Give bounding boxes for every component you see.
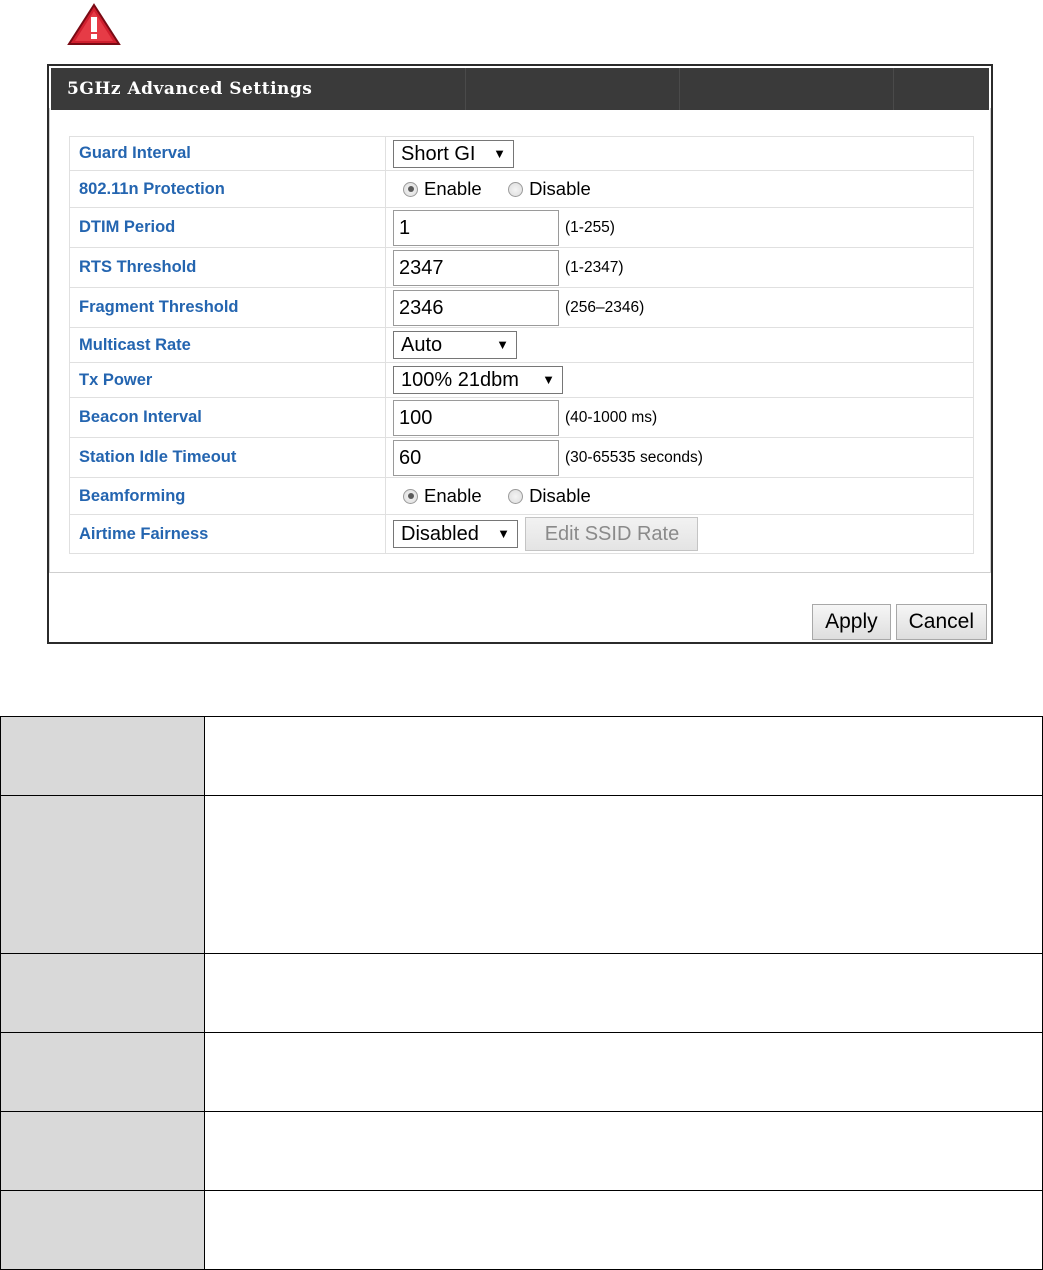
row-beamforming: Beamforming Enable Disable [69,477,974,515]
row-fragment: Fragment Threshold 2346 (256–2346) [69,287,974,328]
beamforming-label: Beamforming [69,477,386,515]
protection-enable-label: Enable [424,178,482,199]
desc-row [0,795,1043,954]
guard-interval-value: Short GI [401,142,476,165]
row-idle-timeout: Station Idle Timeout 60 (30-65535 seconds… [69,437,974,478]
idle-timeout-input[interactable]: 60 [393,439,559,476]
panel-header: 5GHz Advanced Settings [51,68,989,110]
tx-power-select[interactable]: 100% 21dbm ▼ [393,366,563,394]
chevron-down-icon: ▼ [493,145,506,161]
row-dtim: DTIM Period 1 (1-255) [69,207,974,248]
description-table [0,716,1043,1270]
beacon-label: Beacon Interval [69,397,386,438]
fragment-label: Fragment Threshold [69,287,386,328]
edit-ssid-rate-button[interactable]: Edit SSID Rate [525,517,699,551]
desc-row [0,716,1043,796]
multicast-select[interactable]: Auto ▼ [393,331,517,359]
idle-timeout-label: Station Idle Timeout [69,437,386,478]
warning-icon [67,3,121,45]
beacon-hint: (40-1000 ms) [565,408,658,426]
protection-enable-radio[interactable] [403,181,418,197]
beamforming-enable-radio[interactable] [403,488,418,504]
cancel-button[interactable]: Cancel [895,604,987,640]
idle-timeout-hint: (30-65535 seconds) [565,448,703,466]
row-multicast: Multicast Rate Auto ▼ [69,327,974,363]
settings-table: Guard Interval Short GI ▼ 802.11n Protec… [69,136,974,554]
desc-row [0,1111,1043,1191]
multicast-label: Multicast Rate [69,327,386,363]
rts-label: RTS Threshold [69,247,386,288]
beamforming-enable-label: Enable [424,485,482,506]
protection-label: 802.11n Protection [69,170,386,208]
fragment-hint: (256–2346) [565,298,645,316]
dtim-label: DTIM Period [69,207,386,248]
tx-power-value: 100% 21dbm [401,369,519,391]
row-protection: 802.11n Protection Enable Disable [69,170,974,208]
panel-title: 5GHz Advanced Settings [67,79,313,99]
desc-row [0,953,1043,1033]
apply-button[interactable]: Apply [812,604,891,640]
protection-disable-radio[interactable] [508,181,524,197]
desc-row [0,1190,1043,1270]
tx-power-label: Tx Power [69,362,386,398]
row-tx-power: Tx Power 100% 21dbm ▼ [69,362,974,398]
protection-disable-label: Disable [529,178,591,199]
rts-input[interactable]: 2347 [393,249,559,286]
dtim-hint: (1-255) [565,218,615,236]
row-guard-interval: Guard Interval Short GI ▼ [69,136,974,171]
settings-area: Guard Interval Short GI ▼ 802.11n Protec… [49,108,991,573]
fragment-input[interactable]: 2346 [393,289,559,326]
beamforming-disable-label: Disable [529,485,591,506]
airtime-value: Disabled [401,523,479,545]
airtime-select[interactable]: Disabled ▼ [393,520,518,548]
chevron-down-icon: ▼ [497,526,510,541]
row-airtime: Airtime Fairness Disabled ▼ Edit SSID Ra… [69,514,974,554]
beacon-input[interactable]: 100 [393,399,559,436]
chevron-down-icon: ▼ [496,337,509,352]
dtim-input[interactable]: 1 [393,209,559,246]
beamforming-disable-radio[interactable] [508,488,524,504]
rts-hint: (1-2347) [565,258,624,276]
advanced-settings-panel: 5GHz Advanced Settings Guard Interval Sh… [47,64,993,644]
footer-buttons: Apply Cancel [807,604,987,640]
airtime-label: Airtime Fairness [69,514,386,554]
chevron-down-icon: ▼ [542,372,555,387]
row-beacon: Beacon Interval 100 (40-1000 ms) [69,397,974,438]
guard-interval-label: Guard Interval [69,136,386,171]
row-rts: RTS Threshold 2347 (1-2347) [69,247,974,288]
multicast-value: Auto [401,334,443,356]
guard-interval-select[interactable]: Short GI ▼ [393,139,514,168]
desc-row [0,1032,1043,1112]
